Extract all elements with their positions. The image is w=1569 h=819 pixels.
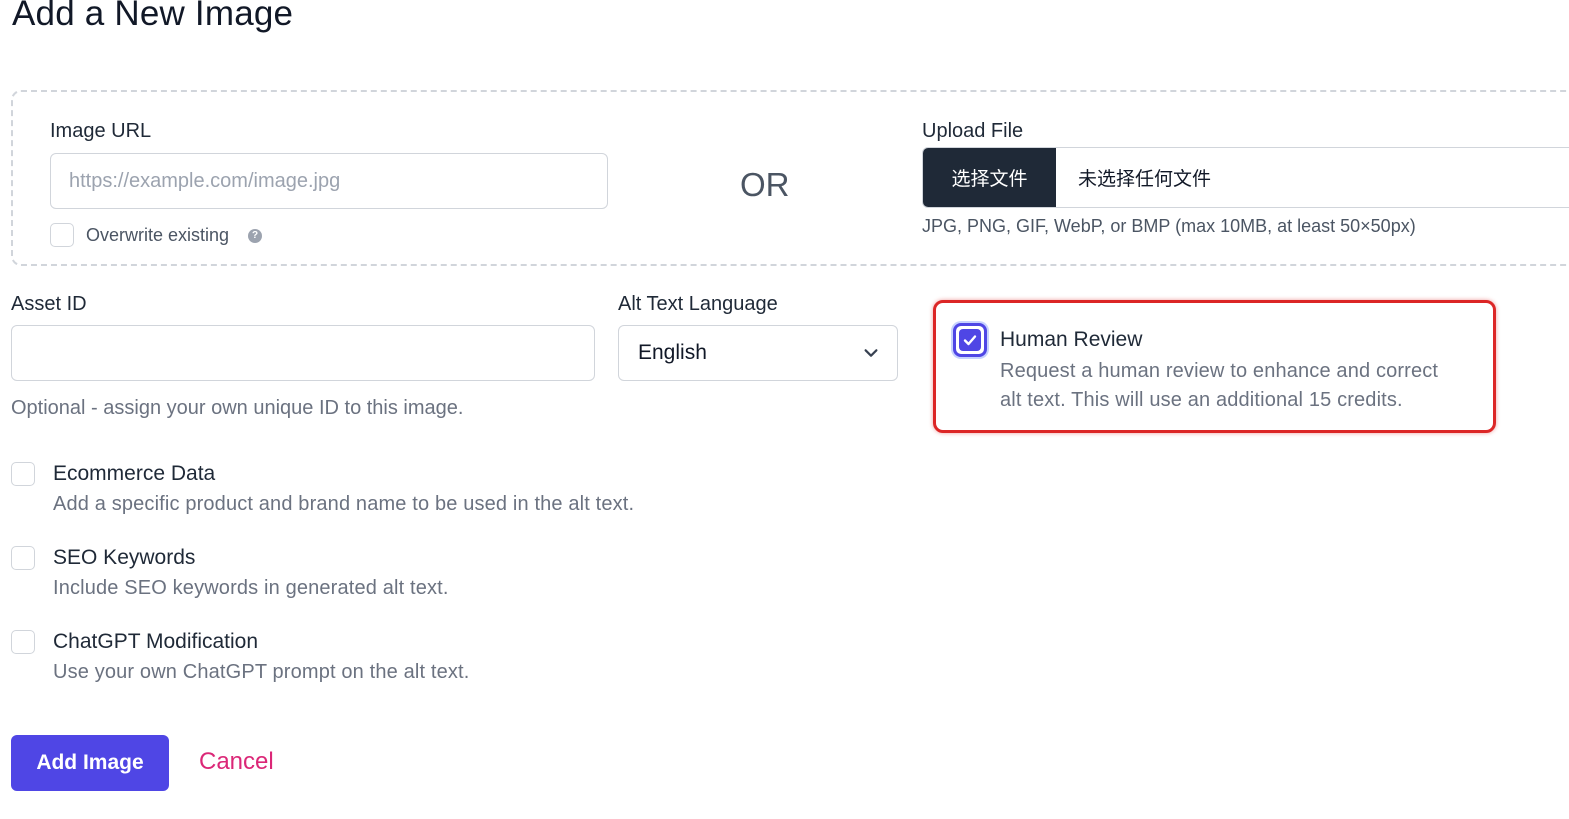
file-status-text: 未选择任何文件 — [1078, 168, 1212, 190]
alt-language-select[interactable]: English — [618, 325, 898, 381]
upload-hint: JPG, PNG, GIF, WebP, or BMP (max 10MB, a… — [922, 216, 1416, 236]
checkbox-fill — [959, 329, 981, 351]
overwrite-existing-label: Overwrite existing — [86, 225, 230, 245]
overwrite-existing-checkbox[interactable] — [50, 223, 74, 247]
question-circle-icon[interactable]: ? — [248, 229, 262, 243]
or-separator: OR — [740, 166, 790, 203]
add-image-button[interactable]: Add Image — [11, 735, 169, 791]
seo-keywords-checkbox[interactable] — [11, 546, 35, 570]
image-url-label: Image URL — [50, 120, 152, 142]
ecommerce-data-title: Ecommerce Data — [53, 462, 216, 485]
asset-id-label: Asset ID — [11, 293, 87, 315]
upload-file-label: Upload File — [922, 120, 1024, 142]
chatgpt-modification-checkbox[interactable] — [11, 630, 35, 654]
ecommerce-data-checkbox[interactable] — [11, 462, 35, 486]
file-input[interactable]: 选择文件 未选择任何文件 — [922, 147, 1569, 208]
human-review-desc-line2: alt text. This will use an additional 15… — [1000, 389, 1403, 411]
ecommerce-data-desc: Add a specific product and brand name to… — [53, 493, 635, 515]
chatgpt-modification-desc: Use your own ChatGPT prompt on the alt t… — [53, 661, 470, 683]
image-url-input[interactable] — [50, 153, 608, 209]
chevron-down-icon — [864, 349, 878, 357]
choose-file-button[interactable]: 选择文件 — [923, 148, 1056, 207]
human-review-desc-line1: Request a human review to enhance and co… — [1000, 360, 1439, 382]
check-icon — [963, 335, 977, 346]
asset-id-input[interactable] — [11, 325, 595, 381]
asset-id-help: Optional - assign your own unique ID to … — [11, 397, 464, 419]
alt-language-selected: English — [638, 341, 707, 364]
seo-keywords-desc: Include SEO keywords in generated alt te… — [53, 577, 449, 599]
alt-language-label: Alt Text Language — [618, 293, 778, 315]
human-review-title: Human Review — [1000, 328, 1143, 351]
human-review-checkbox[interactable] — [953, 323, 987, 357]
seo-keywords-title: SEO Keywords — [53, 546, 196, 569]
chatgpt-modification-title: ChatGPT Modification — [53, 630, 259, 653]
page-title: Add a New Image — [12, 0, 294, 33]
cancel-link[interactable]: Cancel — [199, 748, 274, 776]
